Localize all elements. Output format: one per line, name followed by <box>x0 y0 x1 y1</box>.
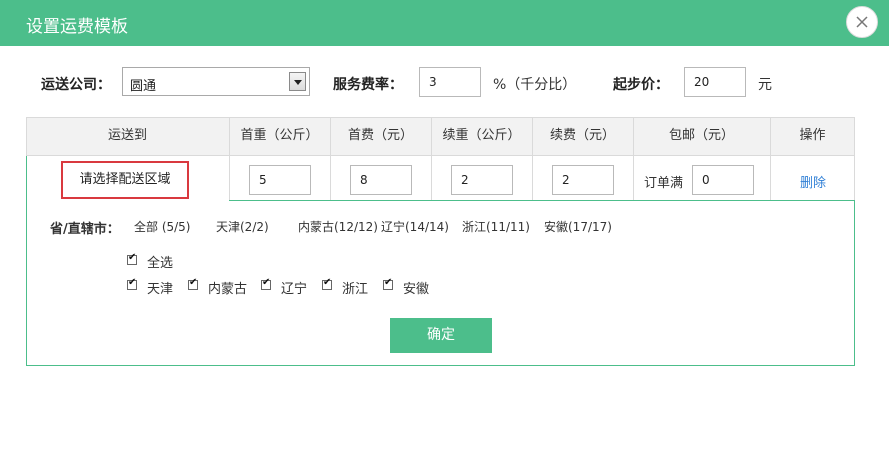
checkbox-zhejiang[interactable] <box>322 277 332 290</box>
header-extra-weight: 续重（公斤） <box>442 128 521 143</box>
column-divider <box>431 117 432 201</box>
confirm-button[interactable]: 确定 <box>390 318 492 353</box>
dialog-title: 设置运费模板 <box>26 17 128 37</box>
column-divider <box>229 117 230 201</box>
province-tab-liaoning[interactable]: 辽宁(14/14) <box>381 218 449 235</box>
column-divider <box>854 117 855 201</box>
header-first-fee: 首费（元） <box>347 128 413 143</box>
checkbox-label: 辽宁 <box>281 282 308 297</box>
start-price-label: 起步价： <box>613 77 669 93</box>
panel-border <box>26 156 27 201</box>
extra-fee-input[interactable]: 2 <box>552 165 614 195</box>
company-select-value: 圆通 <box>130 79 157 94</box>
fee-rate-label: 服务费率： <box>333 77 403 93</box>
delete-link[interactable]: 删除 <box>800 172 826 191</box>
province-tab-anhui[interactable]: 安徽(17/17) <box>544 218 612 235</box>
checkbox-anhui[interactable] <box>383 277 393 290</box>
select-region-button[interactable]: 请选择配送区域 <box>61 161 189 199</box>
checkbox-neimenggu[interactable] <box>188 277 198 290</box>
header-first-weight: 首重（公斤） <box>240 128 319 143</box>
province-tab-neimenggu[interactable]: 内蒙古(12/12) <box>298 218 378 235</box>
column-divider <box>532 117 533 201</box>
fee-rate-input[interactable]: 3 <box>419 67 481 97</box>
checkbox-label: 安徽 <box>403 282 430 297</box>
free-shipping-label: 订单满 <box>644 176 684 191</box>
header-free-shipping: 包邮（元） <box>668 128 734 143</box>
province-tab-all[interactable]: 全部 (5/5) <box>134 218 191 235</box>
header-operation: 操作 <box>799 128 826 143</box>
chevron-down-icon[interactable] <box>289 72 306 91</box>
fee-rate-unit: %（千分比） <box>493 77 577 93</box>
start-price-unit: 元 <box>758 77 772 93</box>
first-weight-input[interactable]: 5 <box>249 165 311 195</box>
header-destination: 运送到 <box>107 128 147 143</box>
checkbox-tianjin[interactable] <box>127 277 137 290</box>
close-button[interactable] <box>846 6 878 38</box>
start-price-input[interactable]: 20 <box>684 67 746 97</box>
extra-weight-input[interactable]: 2 <box>451 165 513 195</box>
column-divider <box>770 117 771 201</box>
header-extra-fee: 续费（元） <box>549 128 615 143</box>
checkbox-label: 浙江 <box>342 282 369 297</box>
select-all-label: 全选 <box>147 256 174 271</box>
company-select[interactable]: 圆通 <box>122 67 310 96</box>
free-shipping-input[interactable]: 0 <box>692 165 754 195</box>
close-icon <box>856 16 868 28</box>
column-divider <box>633 117 634 201</box>
company-label: 运送公司： <box>41 77 111 93</box>
province-tab-zhejiang[interactable]: 浙江(11/11) <box>462 218 530 235</box>
checkbox-label: 天津 <box>147 282 174 297</box>
column-divider <box>330 117 331 201</box>
first-fee-input[interactable]: 8 <box>350 165 412 195</box>
checkbox-liaoning[interactable] <box>261 277 271 290</box>
dialog-titlebar: 设置运费模板 <box>0 0 889 46</box>
checkbox-label: 内蒙古 <box>208 282 248 297</box>
province-title: 省/直辖市： <box>50 222 120 237</box>
province-tab-tianjin[interactable]: 天津(2/2) <box>216 218 269 235</box>
select-all-checkbox[interactable] <box>127 252 137 265</box>
